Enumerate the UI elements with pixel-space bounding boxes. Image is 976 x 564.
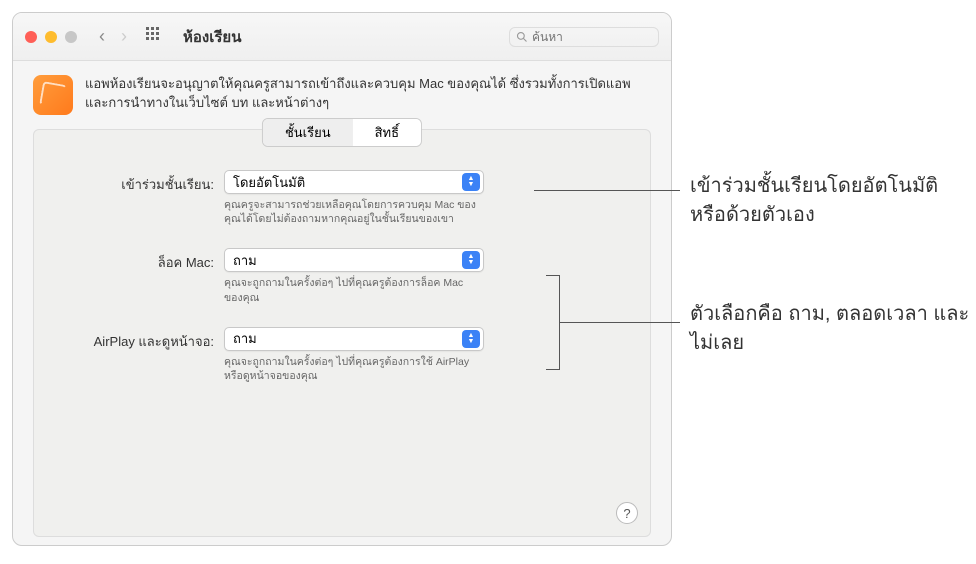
callout-line-2 bbox=[560, 322, 680, 323]
zoom-icon[interactable] bbox=[65, 31, 77, 43]
app-icon bbox=[33, 75, 73, 115]
callout-line-1 bbox=[534, 190, 680, 191]
airplay-value: ถาม bbox=[233, 328, 257, 349]
join-value: โดยอัตโนมัติ bbox=[233, 172, 305, 193]
join-hint: คุณครูจะสามารถช่วยเหลือคุณโดยการควบคุม M… bbox=[224, 198, 484, 226]
airplay-hint: คุณจะถูกถามในครั้งต่อๆ ไปที่คุณครูต้องกา… bbox=[224, 355, 484, 383]
window-controls bbox=[25, 31, 77, 43]
lock-label: ล็อค Mac: bbox=[54, 248, 224, 273]
callout-bracket bbox=[546, 275, 560, 370]
lock-value: ถาม bbox=[233, 250, 257, 271]
callout-1: เข้าร่วมชั้นเรียนโดยอัตโนมัติหรือด้วยตัว… bbox=[690, 172, 970, 230]
airplay-select[interactable]: ถาม ▲▼ bbox=[224, 327, 484, 351]
search-icon bbox=[516, 31, 528, 43]
close-icon[interactable] bbox=[25, 31, 37, 43]
join-label: เข้าร่วมชั้นเรียน: bbox=[54, 170, 224, 195]
callout-2: ตัวเลือกคือ ถาม, ตลอดเวลา และไม่เลย bbox=[690, 300, 970, 358]
preferences-window: ‹ › ห้องเรียน แอพห้องเรียนจะอนุญาตให้คุณ… bbox=[12, 12, 672, 546]
toolbar: ‹ › ห้องเรียน bbox=[13, 13, 671, 61]
search-input[interactable] bbox=[532, 30, 652, 44]
chevron-updown-icon: ▲▼ bbox=[462, 251, 480, 269]
tab-classes[interactable]: ชั้นเรียน bbox=[263, 119, 353, 146]
help-button[interactable]: ? bbox=[616, 502, 638, 524]
chevron-updown-icon: ▲▼ bbox=[462, 330, 480, 348]
search-field[interactable] bbox=[509, 27, 659, 47]
lock-hint: คุณจะถูกถามในครั้งต่อๆ ไปที่คุณครูต้องกา… bbox=[224, 276, 484, 304]
window-title: ห้องเรียน bbox=[183, 25, 241, 49]
app-description: แอพห้องเรียนจะอนุญาตให้คุณครูสามารถเข้าถ… bbox=[85, 75, 651, 113]
back-button[interactable]: ‹ bbox=[95, 26, 109, 47]
airplay-label: AirPlay และดูหน้าจอ: bbox=[54, 327, 224, 352]
chevron-updown-icon: ▲▼ bbox=[462, 173, 480, 191]
lock-select[interactable]: ถาม ▲▼ bbox=[224, 248, 484, 272]
tab-permissions[interactable]: สิทธิ์ bbox=[353, 119, 421, 146]
show-all-icon[interactable] bbox=[139, 26, 167, 47]
minimize-icon[interactable] bbox=[45, 31, 57, 43]
forward-button[interactable]: › bbox=[117, 26, 131, 47]
join-select[interactable]: โดยอัตโนมัติ ▲▼ bbox=[224, 170, 484, 194]
tab-control: ชั้นเรียน สิทธิ์ bbox=[262, 118, 422, 147]
